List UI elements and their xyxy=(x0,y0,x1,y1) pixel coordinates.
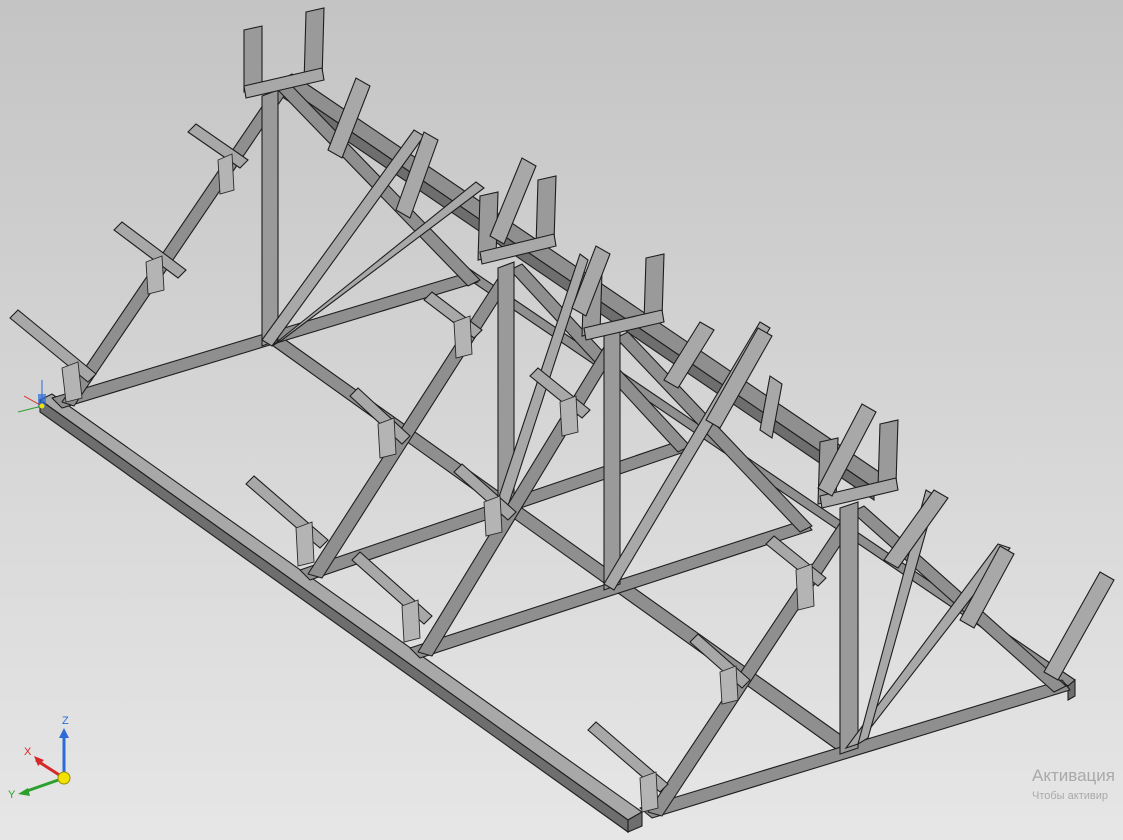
y-axis-label: Y xyxy=(8,789,16,801)
3d-viewport[interactable]: X Z Y xyxy=(0,0,1123,840)
local-origin-icon xyxy=(17,380,46,413)
truss-1[interactable] xyxy=(51,7,485,409)
axis-triad: X Z Y xyxy=(8,715,71,801)
x-axis-label: X xyxy=(24,746,32,758)
watermark-title: Активация xyxy=(1032,766,1115,785)
z-axis-label: Z xyxy=(62,715,69,727)
triad-origin xyxy=(57,771,71,785)
watermark-subtitle: Чтобы активир xyxy=(1032,790,1108,802)
activation-watermark: Активация Чтобы активир xyxy=(1032,766,1115,802)
